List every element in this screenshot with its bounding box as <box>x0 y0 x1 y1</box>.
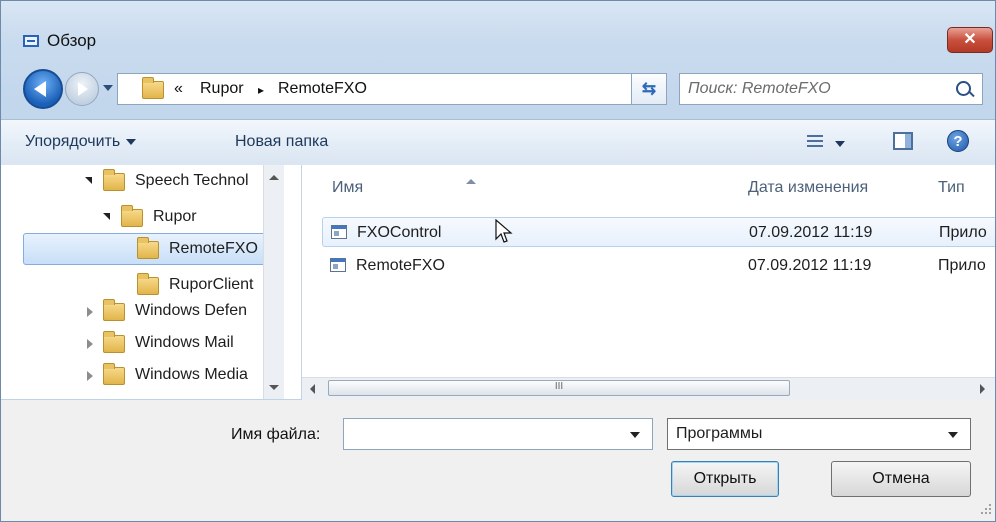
expand-closed-icon[interactable] <box>87 371 93 381</box>
organize-menu[interactable]: Упорядочить <box>25 133 137 151</box>
dialog-footer: Имя файла: Программы Открыть Отмена <box>1 400 995 521</box>
breadcrumb-item-remotefxo[interactable]: RemoteFXO <box>278 80 367 98</box>
file-row-remotefxo[interactable]: RemoteFXO 07.09.2012 11:19 Прило <box>322 251 995 281</box>
organize-label: Упорядочить <box>25 133 121 150</box>
window-title: Обзор <box>47 31 97 50</box>
command-bar: Упорядочить Новая папка ? <box>1 119 995 167</box>
tree-item-label: RuporClient <box>169 276 254 293</box>
file-name: RemoteFXO <box>356 257 445 274</box>
browse-dialog: Обзор ✕ « Rupor ▸ RemoteFXO ⇆ Поиск: Rem… <box>0 0 996 522</box>
folder-icon <box>103 331 125 353</box>
navigation-tree: Speech Technol Rupor RemoteFXO RuporClie… <box>1 165 302 399</box>
column-header-date[interactable]: Дата изменения <box>732 165 922 207</box>
column-header-name[interactable]: Имя <box>302 165 722 207</box>
search-placeholder: Поиск: RemoteFXO <box>688 80 831 97</box>
tree-item-windows-defender[interactable]: Windows Defen <box>1 299 261 325</box>
scroll-left-icon[interactable] <box>310 384 315 394</box>
folder-icon <box>121 205 143 227</box>
tree-item-windows-media[interactable]: Windows Media <box>1 363 261 389</box>
cancel-button[interactable]: Отмена <box>831 461 971 497</box>
application-icon <box>330 258 346 272</box>
resize-grip-icon[interactable] <box>981 504 991 514</box>
tree-vertical-scrollbar[interactable] <box>263 165 284 399</box>
tree-item-ruporclient[interactable]: RuporClient <box>1 273 261 299</box>
refresh-button[interactable]: ⇆ <box>631 73 667 105</box>
title-bar: Обзор ✕ <box>1 1 996 59</box>
tree-item-label: Windows Defen <box>135 302 248 319</box>
folder-icon <box>137 273 159 295</box>
folder-icon <box>137 237 159 259</box>
expand-closed-icon[interactable] <box>87 307 93 317</box>
search-icon[interactable] <box>956 81 971 96</box>
window-icon <box>23 35 39 47</box>
mouse-cursor-icon <box>495 219 513 243</box>
application-icon <box>331 225 347 239</box>
folder-icon <box>103 363 125 385</box>
column-header-type[interactable]: Тип <box>922 165 995 207</box>
chevron-down-icon <box>948 432 958 438</box>
tree-item-remotefxo[interactable]: RemoteFXO <box>1 237 261 263</box>
expand-open-icon[interactable] <box>85 177 92 184</box>
folder-icon <box>103 299 125 321</box>
folder-icon <box>142 77 164 99</box>
file-type-value: Программы <box>676 425 763 442</box>
folder-icon <box>103 169 125 191</box>
views-dropdown[interactable] <box>835 141 845 147</box>
expand-open-icon[interactable] <box>103 213 110 220</box>
sort-ascending-icon <box>466 179 476 184</box>
file-list-horizontal-scrollbar[interactable]: III <box>302 377 995 400</box>
scrollbar-thumb[interactable]: III <box>328 380 790 396</box>
tree-item-label: Rupor <box>153 208 197 225</box>
address-bar[interactable]: « Rupor ▸ RemoteFXO <box>117 73 667 105</box>
filename-label: Имя файла: <box>231 426 321 443</box>
back-button[interactable] <box>23 69 63 109</box>
preview-pane-icon[interactable] <box>893 132 913 150</box>
forward-button[interactable] <box>65 72 99 106</box>
expand-closed-icon[interactable] <box>87 339 93 349</box>
scroll-down-icon[interactable] <box>269 385 279 390</box>
tree-item-windows-mail[interactable]: Windows Mail <box>1 331 261 357</box>
breadcrumb-separator[interactable]: ▸ <box>258 83 264 97</box>
tree-item-speech-technol[interactable]: Speech Technol <box>1 169 261 195</box>
tree-item-label: Windows Media <box>135 366 248 383</box>
views-icon[interactable] <box>807 134 823 150</box>
scroll-right-icon[interactable] <box>980 384 985 394</box>
file-date: 07.09.2012 11:19 <box>748 257 872 274</box>
tree-item-label: Windows Mail <box>135 334 234 351</box>
file-type: Прило <box>939 224 987 241</box>
new-folder-button[interactable]: Новая папка <box>235 133 328 151</box>
file-name: FXOControl <box>357 224 442 241</box>
file-type: Прило <box>938 257 986 274</box>
recent-pages-dropdown[interactable] <box>103 85 113 91</box>
search-input[interactable]: Поиск: RemoteFXO <box>679 73 983 105</box>
tree-item-rupor[interactable]: Rupor <box>1 205 261 231</box>
file-type-select[interactable]: Программы <box>667 418 971 450</box>
file-date: 07.09.2012 11:19 <box>749 224 873 241</box>
breadcrumb-item-rupor[interactable]: Rupor <box>200 80 244 98</box>
close-button[interactable]: ✕ <box>947 27 993 53</box>
tree-item-label: Speech Technol <box>135 172 249 189</box>
scroll-up-icon[interactable] <box>269 175 279 180</box>
tree-item-label: RemoteFXO <box>169 240 258 257</box>
help-icon[interactable]: ? <box>947 130 969 152</box>
chevron-down-icon[interactable] <box>630 432 640 438</box>
open-button[interactable]: Открыть <box>671 461 779 497</box>
chevron-down-icon <box>126 138 137 145</box>
filename-input[interactable] <box>343 418 653 450</box>
file-row-fxocontrol[interactable]: FXOControl 07.09.2012 11:19 Прило <box>322 217 995 247</box>
breadcrumb-overflow[interactable]: « <box>174 80 183 98</box>
file-list: Имя Дата изменения Тип FXOControl 07.09.… <box>302 165 995 399</box>
